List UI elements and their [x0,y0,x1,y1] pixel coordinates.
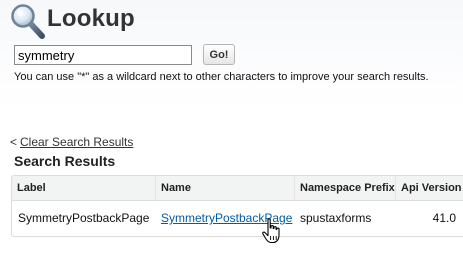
column-header-label[interactable]: Label [12,176,155,200]
search-input[interactable] [14,45,192,65]
hand-pointer-icon [262,218,280,244]
go-button[interactable]: Go! [203,44,235,65]
results-table: Label Name Namespace Prefix Api Version … [11,175,463,237]
table-row: SymmetryPostbackPage SymmetryPostbackPag… [12,201,463,236]
back-arrow-prefix: < [10,135,18,149]
column-header-name[interactable]: Name [155,176,294,200]
search-hint: You can use "*" as a wildcard next to ot… [14,71,429,83]
table-header: Label Name Namespace Prefix Api Version [12,176,463,201]
magnifier-icon [11,4,45,39]
search-results-title: Search Results [14,153,116,169]
cell-namespace-prefix: spustaxforms [300,211,372,225]
clear-search-results-link[interactable]: Clear Search Results [20,135,133,149]
column-header-api-version[interactable]: Api Version [395,176,463,200]
column-header-namespace-prefix[interactable]: Namespace Prefix [294,176,395,200]
page-title: Lookup [47,5,135,32]
cell-label: SymmetryPostbackPage [18,211,150,225]
cell-api-version: 41.0 [432,211,456,225]
